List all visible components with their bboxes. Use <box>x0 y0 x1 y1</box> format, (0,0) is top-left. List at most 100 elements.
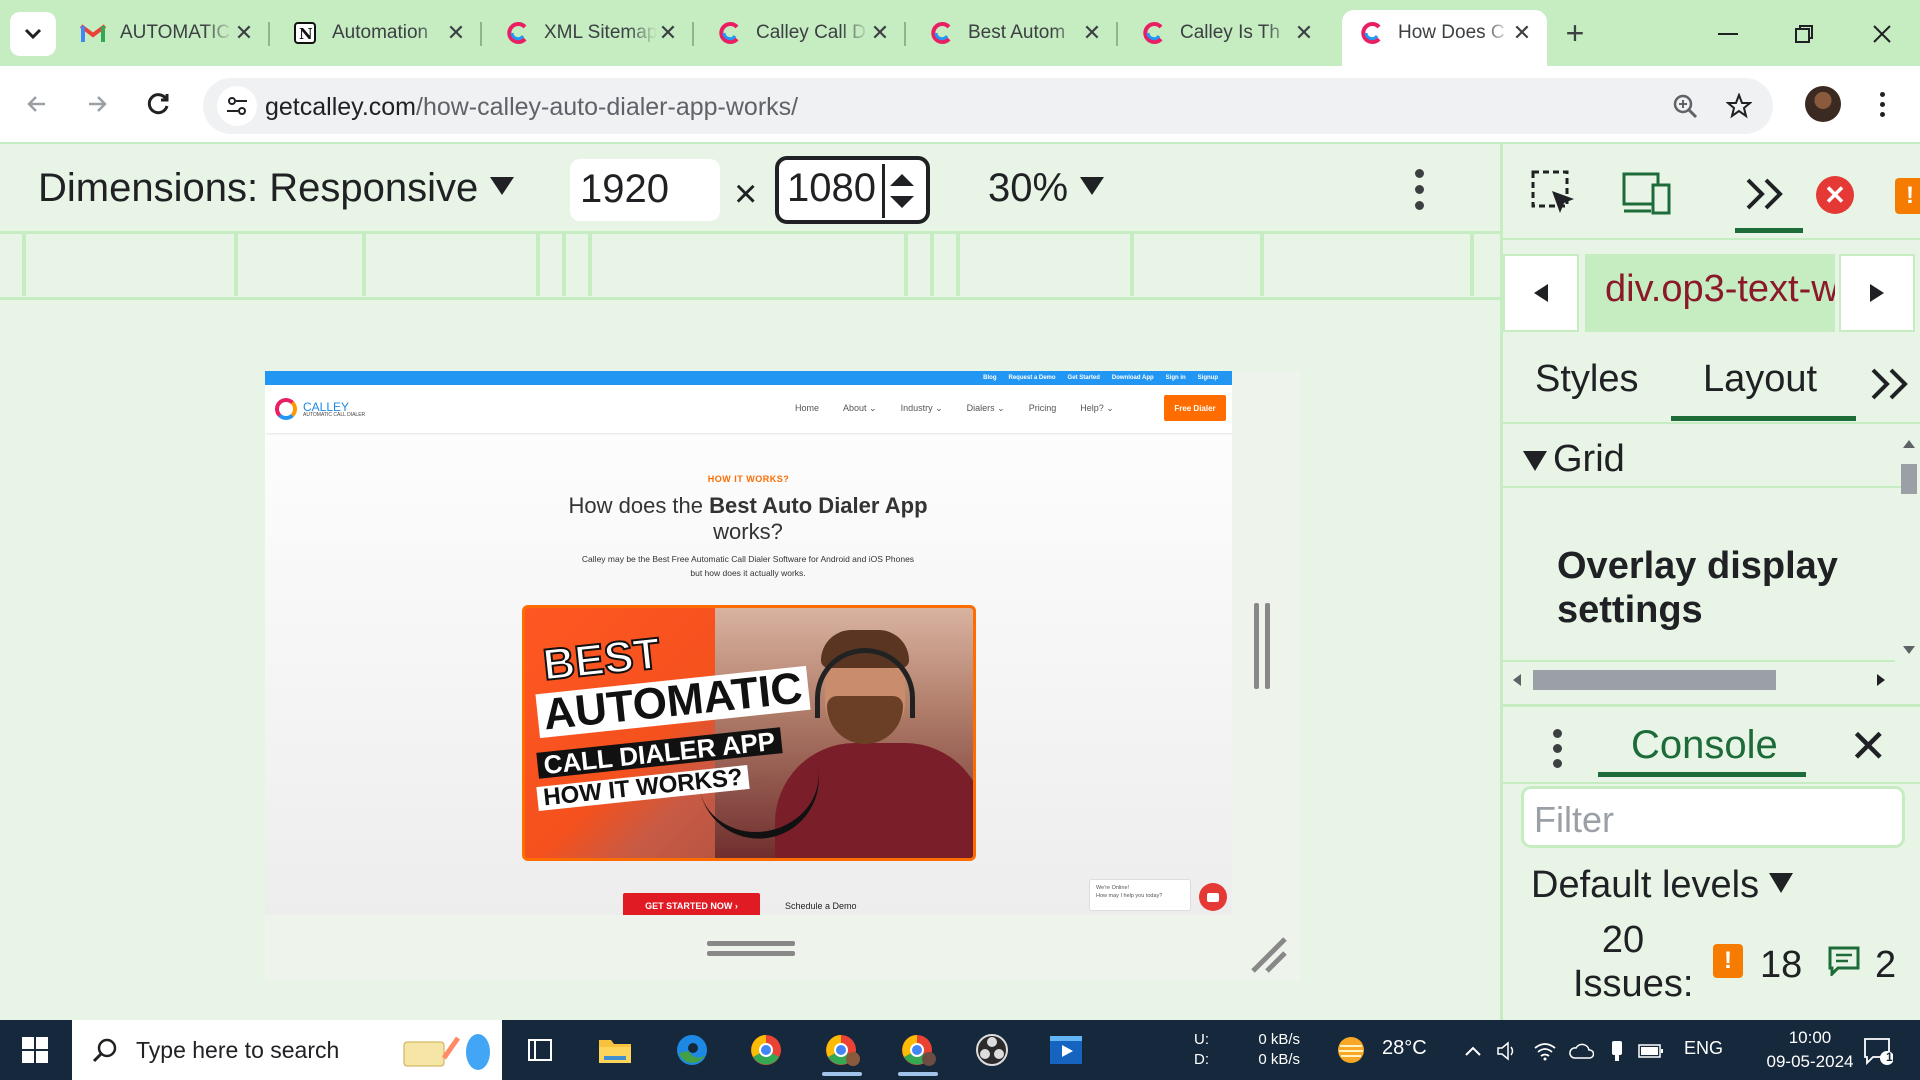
url-text[interactable]: getcalley.com/how-calley-auto-dialer-app… <box>265 93 798 122</box>
edge-icon[interactable] <box>662 1026 722 1074</box>
close-tab-icon[interactable]: ✕ <box>1081 20 1103 45</box>
console-filter-input[interactable]: Filter <box>1521 786 1905 848</box>
viewport-resize-handle-bottom[interactable] <box>707 938 797 958</box>
issues-counter[interactable]: 20 Issues: <box>1573 918 1693 1006</box>
bookmark-star-icon[interactable] <box>1719 86 1759 126</box>
more-tabs-icon[interactable] <box>1739 166 1795 222</box>
clock[interactable]: 10:00 09-05-2024 <box>1750 1026 1870 1074</box>
site-settings-icon[interactable] <box>217 86 257 126</box>
usb-device-icon[interactable] <box>1604 1038 1630 1064</box>
tab-calley-is[interactable]: Calley Is Th ✕ <box>1124 10 1329 56</box>
chat-greeting[interactable]: We're Online! How may I help you today? <box>1089 879 1191 911</box>
close-tab-icon[interactable]: ✕ <box>1293 20 1315 45</box>
tab-layout[interactable]: Layout <box>1703 358 1817 401</box>
task-view-icon[interactable] <box>510 1026 570 1074</box>
weather-sun-icon[interactable] <box>1334 1034 1368 1066</box>
width-input[interactable]: 1920 <box>570 159 720 221</box>
nav-dialers[interactable]: Dialers ⌄ <box>967 403 1005 414</box>
scroll-left-icon[interactable] <box>1511 672 1523 688</box>
tab-how-does-active[interactable]: How Does C ✕ <box>1342 10 1547 66</box>
tab-notion[interactable]: N Automation ✕ <box>276 10 482 56</box>
restore-button[interactable] <box>1784 14 1824 54</box>
drawer-menu-icon[interactable] <box>1551 725 1563 771</box>
close-drawer-icon[interactable]: ✕ <box>1849 719 1888 773</box>
topbar-link[interactable]: Download App <box>1112 375 1154 381</box>
free-dialer-button[interactable]: Free Dialer <box>1164 395 1226 421</box>
horizontal-scrollbar[interactable] <box>1503 660 1895 690</box>
more-tabs-icon[interactable] <box>1869 366 1913 402</box>
topbar-link[interactable]: Sign in <box>1166 375 1186 381</box>
inspect-element-icon[interactable] <box>1527 166 1583 222</box>
wifi-icon[interactable] <box>1532 1038 1558 1064</box>
tab-styles[interactable]: Styles <box>1535 358 1638 401</box>
battery-icon[interactable] <box>1638 1038 1664 1064</box>
grid-section-header[interactable]: Grid <box>1503 428 1903 488</box>
tab-best-autom[interactable]: Best Autom ✕ <box>912 10 1118 56</box>
nav-home[interactable]: Home <box>795 403 819 414</box>
height-stepper[interactable] <box>882 164 918 218</box>
log-levels-dropdown[interactable]: Default levels <box>1531 864 1794 907</box>
topbar-link[interactable]: Get Started <box>1068 375 1100 381</box>
nav-help[interactable]: Help? ⌄ <box>1080 403 1114 414</box>
chrome-icon[interactable] <box>736 1026 796 1074</box>
topbar-link[interactable]: Signup <box>1198 375 1218 381</box>
height-input[interactable]: 1080 <box>775 156 930 224</box>
calley-logo[interactable]: CALLEY AUTOMATIC CALL DIALER <box>275 398 365 420</box>
stepper-down-icon[interactable] <box>889 196 914 208</box>
viewport-resize-corner-icon[interactable] <box>1245 931 1289 975</box>
stepper-up-icon[interactable] <box>889 174 914 186</box>
nav-about[interactable]: About ⌄ <box>843 403 877 414</box>
topbar-link[interactable]: Request a Demo <box>1009 375 1056 381</box>
minimize-button[interactable] <box>1708 14 1748 54</box>
device-toggle-icon[interactable] <box>1619 166 1675 222</box>
breadcrumb-right-button[interactable] <box>1839 254 1915 332</box>
close-tab-icon[interactable]: ✕ <box>657 20 679 45</box>
close-tab-icon[interactable]: ✕ <box>233 20 255 45</box>
warning-icon[interactable]: ! <box>1713 944 1743 978</box>
tab-xml-sitemap[interactable]: XML Sitemap ✕ <box>488 10 694 56</box>
viewport-resize-handle-right[interactable] <box>1252 603 1272 693</box>
scrollbar-thumb[interactable] <box>1533 670 1776 690</box>
tab-gmail[interactable]: AUTOMATIC ✕ <box>64 10 270 56</box>
nav-pricing[interactable]: Pricing <box>1029 403 1057 414</box>
forward-button[interactable] <box>76 83 118 125</box>
onedrive-icon[interactable] <box>1568 1038 1594 1064</box>
breadcrumb-selected-node[interactable]: div.op3-text-w <box>1585 254 1835 332</box>
close-tab-icon[interactable]: ✕ <box>869 20 891 45</box>
zoom-icon[interactable] <box>1665 86 1705 126</box>
device-toolbar-more-icon[interactable] <box>1404 164 1434 214</box>
chevron-up-icon[interactable] <box>1460 1038 1486 1064</box>
breadcrumb-left-button[interactable] <box>1503 254 1579 332</box>
browser-menu-icon[interactable] <box>1862 84 1902 124</box>
start-button[interactable] <box>0 1020 70 1080</box>
close-tab-icon[interactable]: ✕ <box>1511 20 1533 45</box>
error-badge-icon[interactable]: ✕ <box>1816 176 1854 214</box>
address-bar[interactable]: getcalley.com/how-calley-auto-dialer-app… <box>203 78 1773 134</box>
tab-console[interactable]: Console <box>1631 723 1778 768</box>
input-language[interactable]: ENG <box>1684 1038 1723 1058</box>
weather-temperature[interactable]: 28°C <box>1382 1038 1427 1058</box>
tab-calley-call[interactable]: Calley Call D ✕ <box>700 10 906 56</box>
file-explorer-icon[interactable] <box>585 1026 645 1074</box>
tab-search-button[interactable] <box>10 12 56 56</box>
taskbar-search-box[interactable]: Type here to search <box>72 1020 502 1080</box>
scrollbar-thumb[interactable] <box>1901 464 1917 494</box>
dimensions-dropdown[interactable]: Dimensions: Responsive <box>38 166 515 211</box>
schedule-demo-link[interactable]: Schedule a Demo <box>785 901 857 911</box>
scroll-up-icon[interactable] <box>1901 438 1917 450</box>
nav-industry[interactable]: Industry ⌄ <box>901 403 943 414</box>
chrome-profile-icon[interactable] <box>812 1026 872 1076</box>
new-tab-button[interactable]: + <box>1556 14 1594 52</box>
profile-avatar[interactable] <box>1805 86 1841 122</box>
topbar-link[interactable]: Blog <box>983 375 996 381</box>
warning-badge-icon[interactable]: ! <box>1895 178 1920 214</box>
get-started-button[interactable]: GET STARTED NOW › <box>623 893 760 915</box>
obs-icon[interactable] <box>962 1026 1022 1074</box>
video-editor-icon[interactable] <box>1036 1026 1096 1074</box>
zoom-dropdown[interactable]: 30% <box>988 166 1105 211</box>
scroll-right-icon[interactable] <box>1875 672 1887 688</box>
reload-button[interactable] <box>137 83 179 125</box>
chrome-profile-icon[interactable] <box>888 1026 948 1076</box>
close-window-button[interactable] <box>1862 14 1902 54</box>
message-icon[interactable] <box>1828 946 1860 976</box>
